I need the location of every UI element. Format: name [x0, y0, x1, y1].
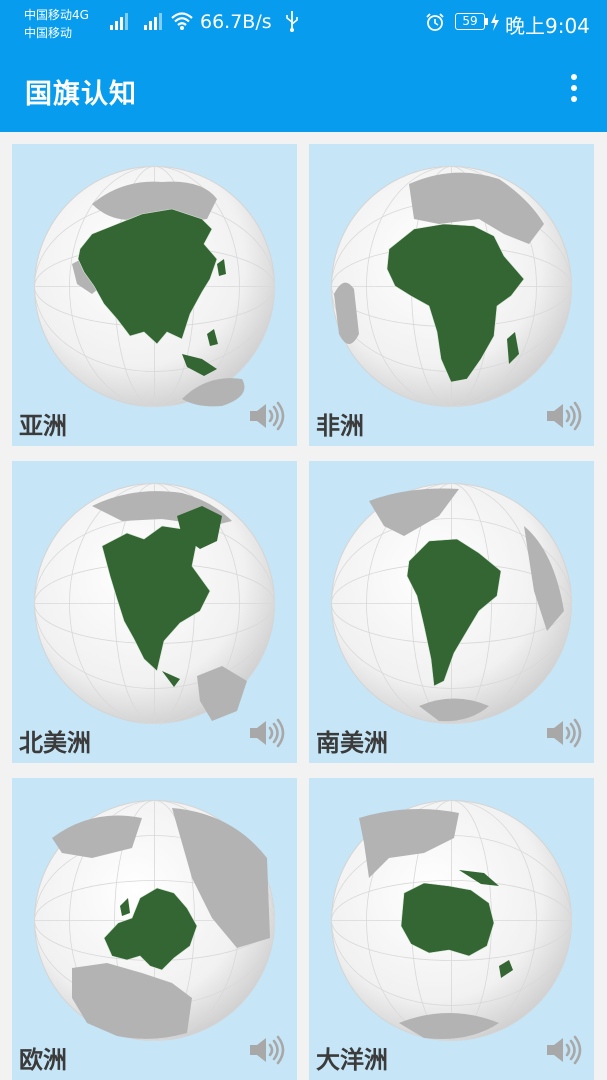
continent-card-north-america[interactable]: 北美洲 [12, 461, 297, 763]
continent-label: 南美洲 [316, 729, 388, 757]
continent-card-europe[interactable]: 欧洲 [12, 778, 297, 1080]
speaker-icon[interactable] [247, 717, 287, 749]
status-time: 晚上9:04 [505, 14, 590, 38]
speaker-icon[interactable] [544, 400, 584, 432]
continent-label: 非洲 [316, 412, 364, 440]
wifi-icon [171, 12, 193, 30]
continent-card-asia[interactable]: 亚洲 [12, 144, 297, 446]
speaker-icon[interactable] [544, 717, 584, 749]
continent-label: 欧洲 [19, 1046, 67, 1074]
app-bar: 国旗认知 [0, 48, 607, 132]
continent-card-south-america[interactable]: 南美洲 [309, 461, 594, 763]
continent-card-africa[interactable]: 非洲 [309, 144, 594, 446]
continent-label: 大洋洲 [316, 1046, 388, 1074]
oceania-globe-icon [331, 800, 572, 1041]
battery-level: 59 [462, 14, 478, 28]
alarm-clock-icon [426, 13, 444, 31]
signal-strength-icon [110, 13, 128, 30]
speaker-icon[interactable] [247, 1034, 287, 1066]
carrier-2-label: 中国移动 [24, 26, 73, 40]
south-america-globe-icon [331, 483, 572, 724]
charging-bolt-icon [491, 13, 499, 31]
status-bar: 中国移动4G 中国移动 66.7B/s 59 晚上9:04 [0, 0, 607, 48]
carrier-info: 中国移动4G 中国移动 [24, 6, 89, 42]
continent-label: 北美洲 [19, 729, 91, 757]
speaker-icon[interactable] [544, 1034, 584, 1066]
usb-icon [286, 11, 298, 32]
battery-tip [485, 18, 488, 25]
asia-globe-icon [34, 166, 275, 407]
continent-label: 亚洲 [19, 412, 67, 440]
network-speed: 66.7B/s [200, 11, 272, 33]
europe-globe-icon [34, 800, 275, 1041]
continent-card-oceania[interactable]: 大洋洲 [309, 778, 594, 1080]
more-vert-icon-dot [571, 85, 577, 91]
more-vert-icon-dot [571, 96, 577, 102]
battery-icon: 59 [455, 13, 485, 30]
africa-globe-icon [331, 166, 572, 407]
signal-strength-icon [144, 13, 162, 30]
app-title: 国旗认知 [25, 79, 137, 110]
overflow-menu-button[interactable] [560, 72, 588, 106]
more-vert-icon [571, 74, 577, 80]
speaker-icon[interactable] [247, 400, 287, 432]
north-america-globe-icon [34, 483, 275, 724]
carrier-1-label: 中国移动4G [24, 8, 89, 22]
